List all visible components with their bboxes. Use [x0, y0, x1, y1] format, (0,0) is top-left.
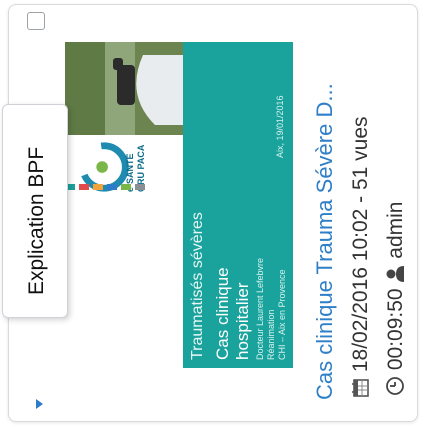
slide-subheading: Cas clinique hospitalier — [213, 267, 253, 360]
caret-right-icon[interactable] — [36, 399, 43, 409]
user-icon — [386, 265, 404, 282]
slide-date-place: Aix, 19/01/2016 — [275, 95, 285, 158]
date-views-row: 18/02/2016 10:02 - 51 vues — [349, 116, 373, 398]
slide-subheading-line1: Cas clinique — [213, 267, 232, 360]
calendar-icon — [352, 379, 369, 397]
slide-body: Traumatisés sévères Cas clinique hospita… — [183, 42, 293, 368]
slide-subheading-line2: hospitalier — [233, 282, 252, 361]
color-strip — [65, 184, 183, 190]
slide-presenter-line1: Docteur Laurent Lefebvre — [255, 257, 265, 360]
author-text[interactable]: admin — [384, 202, 407, 259]
duration-author-row: 00:09:50 admin — [384, 202, 408, 396]
date-views-text: 18/02/2016 10:02 - 51 vues — [349, 116, 372, 373]
slide-presenter: Docteur Laurent Lefebvre Réanimation CHI… — [255, 258, 288, 360]
slide-presenter-line2: Réanimation — [266, 309, 276, 360]
slide-preview: e-SANTÉ ORU PACA Traumatisés sévères Cas… — [65, 42, 293, 368]
tooltip: Explication BPF — [2, 104, 68, 318]
slide-photo — [65, 42, 183, 135]
select-checkbox[interactable] — [27, 12, 45, 30]
slide-heading: Traumatisés sévères — [189, 212, 206, 360]
tooltip-text: Explication BPF — [25, 146, 48, 295]
video-thumbnail[interactable]: e-SANTÉ ORU PACA Traumatisés sévères Cas… — [65, 42, 293, 368]
slide-presenter-line3: CHI – Aix en Provence — [277, 269, 287, 360]
clock-icon — [386, 377, 404, 395]
duration-text: 00:09:50 — [384, 288, 407, 371]
video-title-link[interactable]: Cas clinique Trauma Sévère D... — [312, 83, 338, 400]
